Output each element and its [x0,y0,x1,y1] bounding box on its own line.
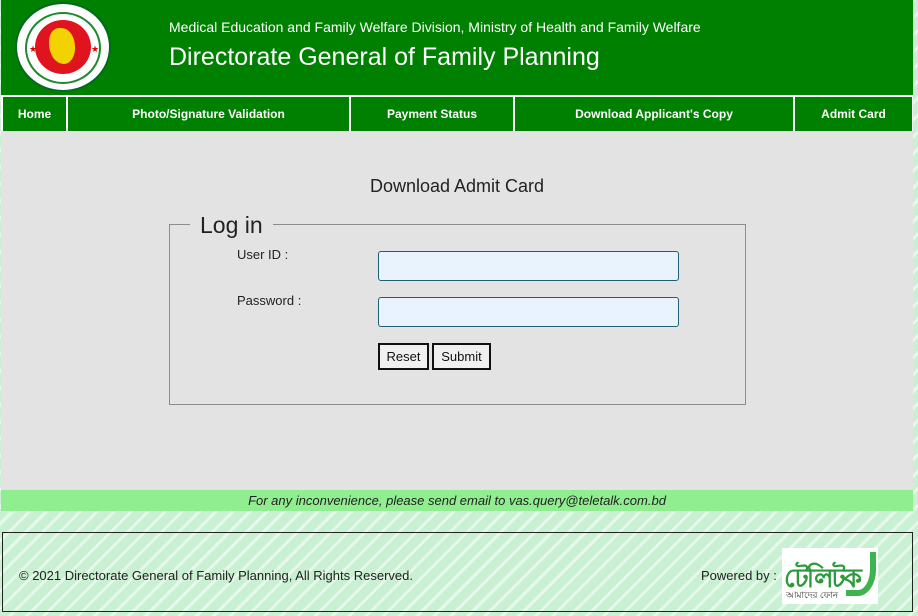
copyright-text: © 2021 Directorate General of Family Pla… [19,568,413,583]
powered-by-label: Powered by : [701,568,777,583]
nav-home[interactable]: Home [3,97,66,131]
site-header: ★ ★ Medical Education and Family Welfare… [1,0,913,95]
login-legend: Log in [190,212,273,239]
password-label: Password : [237,293,302,308]
government-seal-logo: ★ ★ [15,2,111,92]
ministry-subtitle: Medical Education and Family Welfare Div… [169,19,701,35]
site-footer: © 2021 Directorate General of Family Pla… [2,532,913,612]
submit-button[interactable]: Submit [432,343,491,370]
nav-download-applicants-copy[interactable]: Download Applicant's Copy [515,97,793,131]
page-title: Download Admit Card [369,176,545,196]
teletalk-logo-icon[interactable]: টেলিটক আমাদের ফোন [782,548,878,604]
site-title: Directorate General of Family Planning [169,43,600,71]
main-nav: Home Photo/Signature Validation Payment … [1,95,913,131]
support-notice: For any inconvenience, please send email… [1,490,913,511]
nav-photo-signature-validation[interactable]: Photo/Signature Validation [68,97,349,131]
user-id-label: User ID : [237,247,289,262]
nav-admit-card[interactable]: Admit Card [795,97,912,131]
user-id-input[interactable] [378,251,679,281]
nav-payment-status[interactable]: Payment Status [351,97,513,131]
password-input[interactable] [378,297,679,327]
login-fieldset: Log in User ID : Password : Reset Submit [169,212,746,405]
reset-button[interactable]: Reset [378,343,429,370]
main-content: Download Admit Card Log in User ID : Pas… [1,131,913,490]
